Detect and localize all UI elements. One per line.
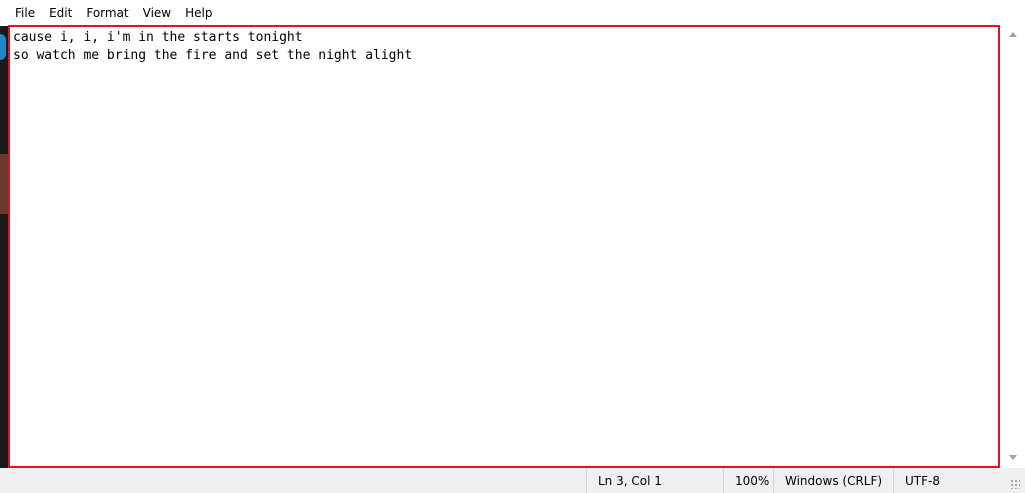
- menu-bar: File Edit Format View Help: [0, 0, 1025, 26]
- status-bar: Ln 3, Col 1 100% Windows (CRLF) UTF-8: [0, 468, 1025, 493]
- text-editor-area[interactable]: cause i, i, i'm in the starts tonight so…: [8, 25, 1000, 468]
- menu-file[interactable]: File: [8, 2, 42, 24]
- menu-edit[interactable]: Edit: [42, 2, 79, 24]
- menu-view[interactable]: View: [136, 2, 178, 24]
- scroll-down-arrow-icon[interactable]: [1009, 455, 1017, 460]
- scroll-up-arrow-icon[interactable]: [1009, 32, 1017, 37]
- vertical-scrollbar[interactable]: [1001, 26, 1025, 466]
- status-line-ending: Windows (CRLF): [773, 468, 894, 493]
- resize-grip-icon[interactable]: [1010, 479, 1020, 489]
- menu-format[interactable]: Format: [79, 2, 135, 24]
- background-image-fragment: [0, 154, 8, 214]
- background-app-icon: [0, 34, 6, 60]
- status-zoom-level: 100%: [723, 468, 773, 493]
- status-cursor-position: Ln 3, Col 1: [586, 468, 726, 493]
- menu-help[interactable]: Help: [178, 2, 219, 24]
- background-window-sliver: [0, 26, 8, 486]
- status-encoding: UTF-8: [893, 468, 1005, 493]
- notepad-window: File Edit Format View Help cause i, i, i…: [0, 0, 1025, 493]
